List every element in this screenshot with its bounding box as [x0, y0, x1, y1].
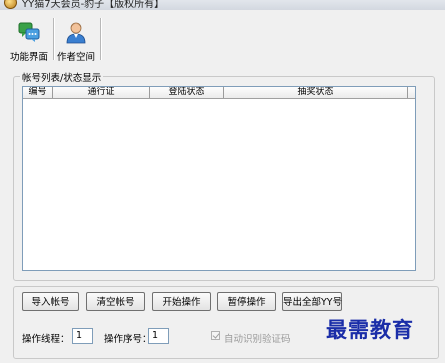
- toolbar-label-author-space: 作者空间: [56, 52, 95, 63]
- column-header-id[interactable]: 编号: [23, 87, 53, 98]
- user-icon: [66, 22, 86, 44]
- account-list-group-title: 帐号列表/状态显示: [20, 70, 104, 84]
- toolbar-separator: [100, 18, 102, 60]
- column-header-login-status[interactable]: 登陆状态: [150, 87, 224, 98]
- account-list-header: 编号 通行证 登陆状态 抽奖状态: [23, 87, 415, 99]
- start-operation-button[interactable]: 开始操作: [152, 292, 211, 311]
- toolbar-label-function-panel: 功能界面: [9, 52, 48, 63]
- account-list-view[interactable]: 编号 通行证 登陆状态 抽奖状态: [22, 86, 416, 271]
- window-title: YY猫7天会员-豹子【版权所有】: [22, 0, 165, 10]
- app-icon: [4, 0, 17, 9]
- threads-input[interactable]: 1: [72, 328, 93, 344]
- serial-label: 操作序号：: [104, 334, 152, 345]
- threads-label: 操作线程：: [22, 334, 70, 345]
- column-header-passport[interactable]: 通行证: [53, 87, 150, 98]
- import-accounts-button[interactable]: 导入帐号: [22, 292, 79, 311]
- auto-captcha-label: 自动识别验证码: [224, 334, 291, 345]
- watermark-text: 最需教育: [326, 317, 414, 342]
- chat-bubbles-icon: [18, 22, 40, 42]
- export-all-yy-button[interactable]: 导出全部YY号: [282, 292, 342, 311]
- serial-input[interactable]: 1: [148, 328, 169, 344]
- toolbar-button-author-space[interactable]: 作者空间: [55, 16, 97, 63]
- list-body: [413, 99, 415, 270]
- auto-captcha-checkbox[interactable]: [211, 331, 220, 340]
- main-window: YY猫7天会员-豹子【版权所有】 功能界面 作者空间 帐号列表/状态显示 编号 …: [0, 0, 445, 363]
- toolbar: 功能界面 作者空间: [0, 10, 445, 63]
- pause-operation-button[interactable]: 暂停操作: [217, 292, 276, 311]
- title-bar[interactable]: YY猫7天会员-豹子【版权所有】: [0, 0, 445, 10]
- clear-accounts-button[interactable]: 清空帐号: [86, 292, 145, 311]
- toolbar-button-function-panel[interactable]: 功能界面: [8, 16, 50, 63]
- column-header-lottery-status[interactable]: 抽奖状态: [224, 87, 408, 98]
